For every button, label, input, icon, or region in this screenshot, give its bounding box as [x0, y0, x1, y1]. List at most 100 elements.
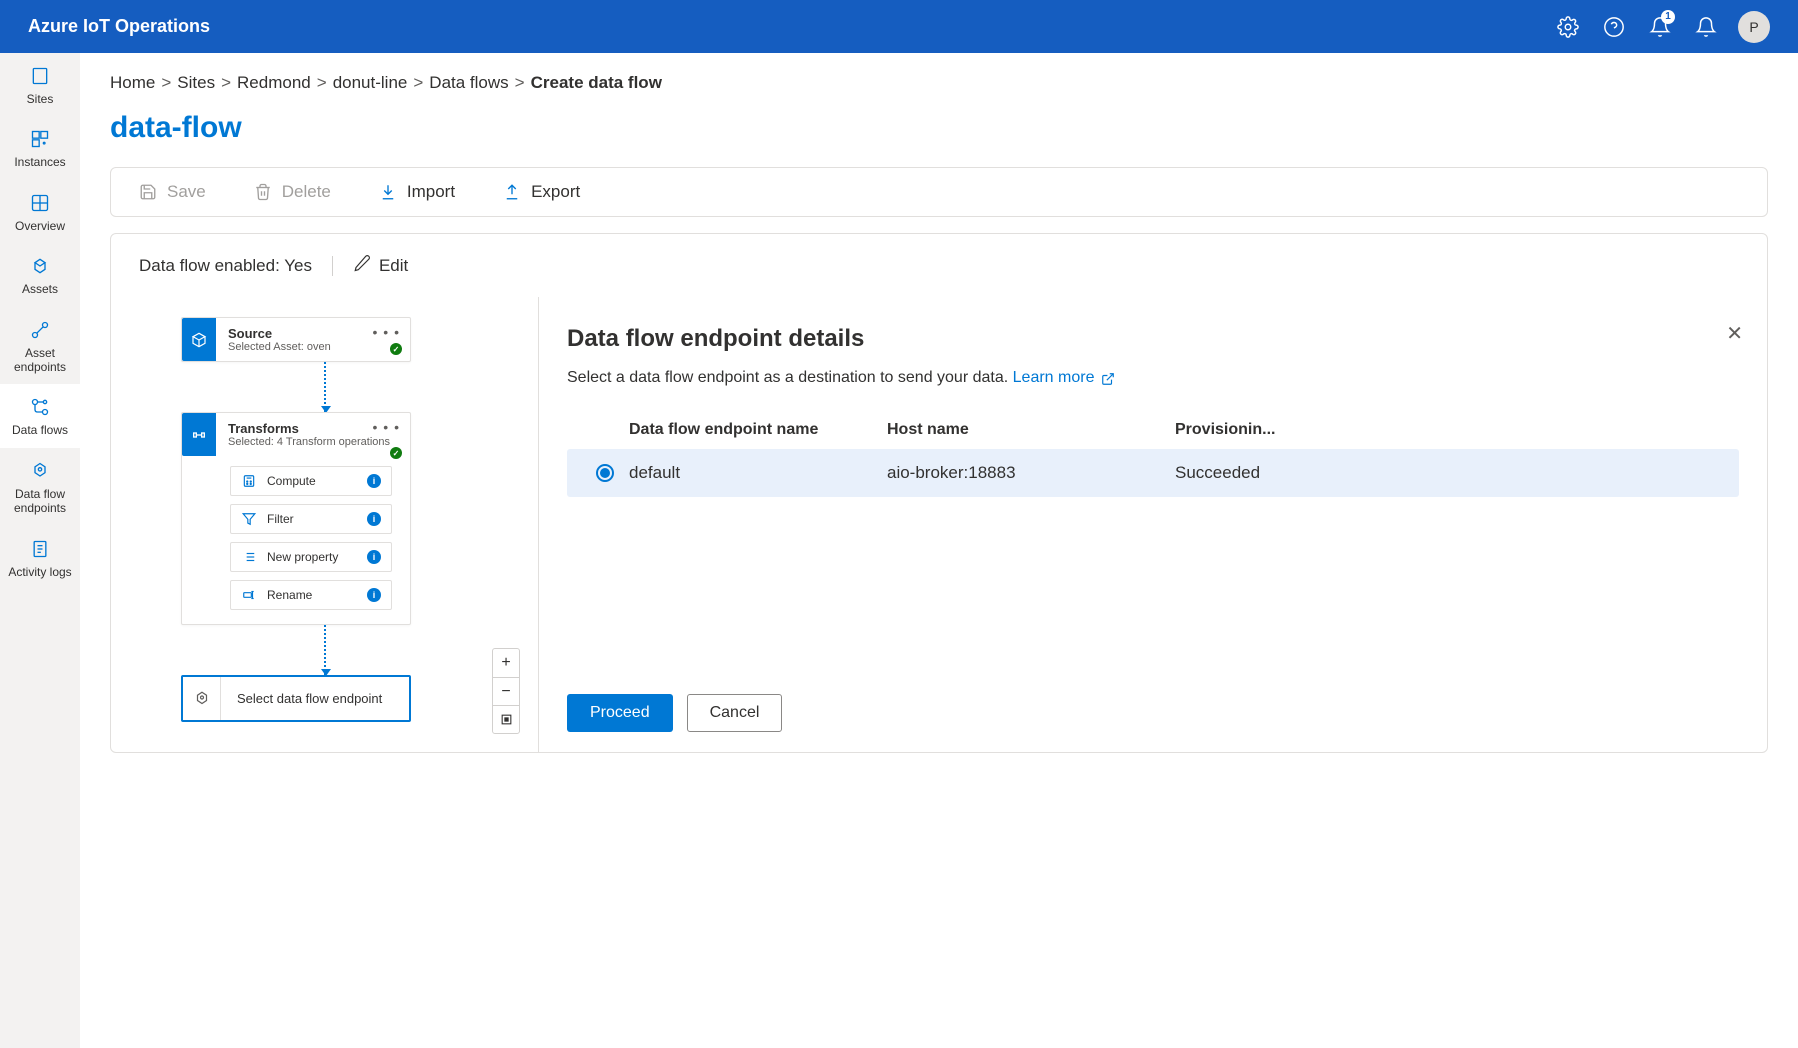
- help-icon[interactable]: [1600, 13, 1628, 41]
- endpoint-icon: [183, 677, 221, 720]
- notifications-icon[interactable]: 1: [1646, 13, 1674, 41]
- op-rename[interactable]: Rename i: [230, 580, 392, 610]
- panel-description: Select a data flow endpoint as a destina…: [567, 369, 1739, 387]
- learn-more-link[interactable]: Learn more: [1013, 369, 1115, 386]
- table-header: Data flow endpoint name Host name Provis…: [567, 411, 1739, 449]
- nav-label: Data flow endpoints: [4, 487, 76, 516]
- data-flow-endpoints-icon: [29, 460, 51, 482]
- more-icon[interactable]: • • •: [373, 419, 400, 435]
- overview-icon: [29, 192, 51, 214]
- op-compute[interactable]: Compute i: [230, 466, 392, 496]
- save-icon: [139, 183, 157, 201]
- command-bar: Save Delete Import Export: [110, 167, 1768, 217]
- sidebar-asset-endpoints[interactable]: Asset endpoints: [0, 307, 80, 385]
- source-node[interactable]: • • • Source Selected Asset: oven: [181, 317, 411, 362]
- sidebar-activity-logs[interactable]: Activity logs: [0, 526, 80, 589]
- activity-logs-icon: [29, 538, 51, 560]
- th-host: Host name: [887, 421, 1175, 439]
- main-content: Home> Sites> Redmond> donut-line> Data f…: [80, 53, 1798, 1048]
- user-avatar[interactable]: P: [1738, 11, 1770, 43]
- op-filter[interactable]: Filter i: [230, 504, 392, 534]
- delete-button: Delete: [254, 182, 331, 202]
- radio-button[interactable]: [596, 464, 614, 482]
- flow-canvas: • • • Source Selected Asset: oven • •: [111, 297, 539, 752]
- assets-icon: [29, 255, 51, 277]
- nav-label: Activity logs: [8, 565, 71, 579]
- top-bar: Azure IoT Operations 1 P: [0, 0, 1798, 53]
- th-name: Data flow endpoint name: [629, 421, 887, 439]
- notification-badge: 1: [1661, 10, 1675, 24]
- nav-label: Instances: [14, 155, 65, 169]
- brand-title: Azure IoT Operations: [28, 16, 1554, 37]
- workspace-card: Data flow enabled: Yes Edit • • • Source: [110, 233, 1768, 753]
- sidebar-sites[interactable]: Sites: [0, 53, 80, 116]
- destination-node[interactable]: Select data flow endpoint: [181, 675, 411, 722]
- zoom-out-button[interactable]: −: [493, 677, 519, 705]
- close-icon[interactable]: ✕: [1726, 321, 1743, 346]
- details-panel: ✕ Data flow endpoint details Select a da…: [539, 297, 1767, 752]
- check-icon: [390, 343, 402, 355]
- cube-icon: [182, 318, 216, 361]
- compute-icon: [241, 473, 257, 489]
- panel-footer: Proceed Cancel: [567, 654, 1739, 732]
- sidebar-assets[interactable]: Assets: [0, 243, 80, 306]
- sidebar-data-flows[interactable]: Data flows: [0, 384, 80, 447]
- breadcrumb: Home> Sites> Redmond> donut-line> Data f…: [110, 73, 1768, 93]
- proceed-button[interactable]: Proceed: [567, 694, 673, 732]
- more-icon[interactable]: • • •: [373, 324, 400, 340]
- crumb-sites[interactable]: Sites: [177, 73, 215, 93]
- cell-host: aio-broker:18883: [887, 463, 1175, 483]
- th-provisioning: Provisionin...: [1175, 421, 1725, 439]
- import-icon: [379, 183, 397, 201]
- zoom-controls: + −: [492, 648, 520, 734]
- save-button: Save: [139, 182, 206, 202]
- filter-icon: [241, 511, 257, 527]
- sidebar-overview[interactable]: Overview: [0, 180, 80, 243]
- cell-name: default: [629, 463, 887, 483]
- import-button[interactable]: Import: [379, 182, 455, 202]
- sites-icon: [29, 65, 51, 87]
- settings-icon[interactable]: [1554, 13, 1582, 41]
- data-flows-icon: [29, 396, 51, 418]
- info-badge: i: [367, 588, 381, 602]
- topbar-actions: 1 P: [1554, 11, 1770, 43]
- op-new-property[interactable]: New property i: [230, 542, 392, 572]
- crumb-home[interactable]: Home: [110, 73, 155, 93]
- crumb-section[interactable]: Data flows: [429, 73, 508, 93]
- source-subtitle: Selected Asset: oven: [228, 341, 398, 353]
- connector: [141, 625, 508, 675]
- nav-label: Asset endpoints: [4, 346, 76, 375]
- rename-icon: [241, 587, 257, 603]
- left-nav: Sites Instances Overview Assets Asset en…: [0, 53, 80, 1048]
- list-icon: [241, 549, 257, 565]
- crumb-current: Create data flow: [531, 73, 662, 93]
- edit-icon: [353, 254, 371, 277]
- transforms-node[interactable]: • • • Transforms Selected: 4 Transform o…: [181, 412, 411, 625]
- transforms-icon: [182, 413, 216, 456]
- workspace-header: Data flow enabled: Yes Edit: [111, 234, 1767, 297]
- transforms-subtitle: Selected: 4 Transform operations: [228, 436, 398, 448]
- external-link-icon: [1101, 372, 1115, 386]
- sidebar-data-flow-endpoints[interactable]: Data flow endpoints: [0, 448, 80, 526]
- delete-icon: [254, 183, 272, 201]
- nav-label: Data flows: [12, 423, 68, 437]
- table-row[interactable]: default aio-broker:18883 Succeeded: [567, 449, 1739, 497]
- crumb-site[interactable]: Redmond: [237, 73, 311, 93]
- cell-provisioning: Succeeded: [1175, 463, 1725, 483]
- nav-label: Assets: [22, 282, 58, 296]
- connector: [141, 362, 508, 412]
- export-icon: [503, 183, 521, 201]
- check-icon: [390, 447, 402, 459]
- alerts-icon[interactable]: [1692, 13, 1720, 41]
- info-badge: i: [367, 550, 381, 564]
- info-badge: i: [367, 474, 381, 488]
- sidebar-instances[interactable]: Instances: [0, 116, 80, 179]
- destination-label: Select data flow endpoint: [221, 677, 409, 720]
- nav-label: Overview: [15, 219, 65, 233]
- edit-button[interactable]: Edit: [353, 254, 408, 277]
- export-button[interactable]: Export: [503, 182, 580, 202]
- zoom-fit-button[interactable]: [493, 705, 519, 733]
- cancel-button[interactable]: Cancel: [687, 694, 783, 732]
- zoom-in-button[interactable]: +: [493, 649, 519, 677]
- crumb-instance[interactable]: donut-line: [333, 73, 408, 93]
